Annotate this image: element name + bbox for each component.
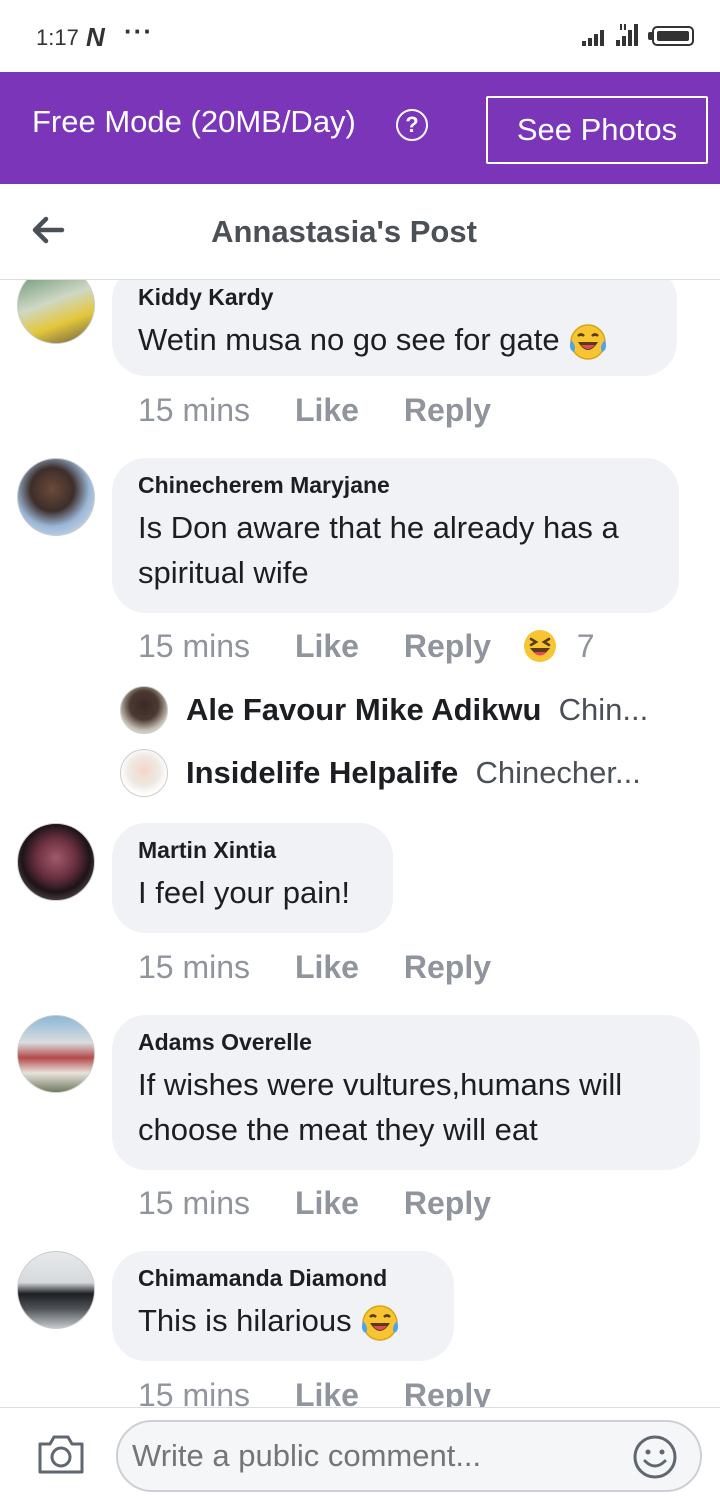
like-button[interactable]: Like — [295, 1377, 359, 1407]
like-button[interactable]: Like — [295, 1185, 359, 1222]
notification-n-icon: N — [86, 22, 105, 52]
comment-text: I feel your pain! — [138, 875, 350, 910]
comment-author[interactable]: Kiddy Kardy — [138, 284, 651, 311]
avatar[interactable] — [17, 280, 95, 344]
like-button[interactable]: Like — [295, 392, 359, 429]
avatar[interactable] — [17, 458, 95, 536]
avatar[interactable] — [120, 749, 168, 797]
haha-reaction-icon[interactable] — [522, 628, 558, 664]
laughing-tears-emoji-icon — [570, 324, 607, 360]
avatar[interactable] — [17, 1015, 95, 1093]
comment-time: 15 mins — [138, 392, 251, 428]
page-title: Annastasia's Post — [211, 214, 477, 249]
comment-bubble: Chimamanda Diamond This is hilarious — [112, 1251, 454, 1361]
reply-button[interactable]: Reply — [404, 949, 491, 986]
comment-bubble: Adams Overelle If wishes were vultures,h… — [112, 1015, 700, 1170]
comment-time: 15 mins — [138, 949, 251, 985]
comment-text-line: If wishes were vultures,humans will — [138, 1067, 623, 1102]
comment-bubble: Kiddy Kardy Wetin musa no go see for gat… — [112, 280, 677, 376]
comment-text-line: choose the meat they will eat — [138, 1112, 538, 1147]
comment-bubble: Martin Xintia I feel your pain! — [112, 823, 393, 933]
see-photos-button[interactable]: See Photos — [486, 96, 708, 164]
reply-preview[interactable]: Ale Favour Mike Adikwu Chin... — [120, 686, 680, 736]
laughing-tears-emoji-icon — [362, 1305, 399, 1341]
emoji-picker-icon[interactable] — [632, 1434, 678, 1480]
comment-bubble: Chinecherem Maryjane Is Don aware that h… — [112, 458, 679, 613]
comment-author[interactable]: Martin Xintia — [138, 837, 367, 864]
comment-text: This is hilarious — [138, 1298, 428, 1343]
comment-time: 15 mins — [138, 1377, 251, 1407]
camera-icon[interactable] — [36, 1432, 86, 1476]
comment-text-line: Is Don aware that he already has a — [138, 510, 619, 545]
comment-author[interactable]: Adams Overelle — [138, 1029, 674, 1056]
reply-button[interactable]: Reply — [404, 1185, 491, 1222]
signal-icon-2 — [616, 24, 638, 46]
avatar[interactable] — [120, 686, 168, 734]
comment-time: 15 mins — [138, 628, 251, 664]
avatar[interactable] — [17, 1251, 95, 1329]
battery-icon — [652, 26, 694, 46]
status-bar: 1:17 N ··· — [0, 0, 720, 72]
comment-text-line: spiritual wife — [138, 555, 309, 590]
comment-meta: 15 mins Like Reply — [138, 1185, 527, 1222]
reply-preview[interactable]: Insidelife Helpalife Chinecher... — [120, 749, 680, 799]
more-notifications-icon: ··· — [124, 16, 153, 46]
status-time: 1:17 — [36, 25, 79, 50]
like-button[interactable]: Like — [295, 628, 359, 665]
reply-author: Ale Favour Mike Adikwu Chin... — [186, 692, 649, 727]
comment-composer — [0, 1407, 720, 1500]
comment-meta: 15 mins Like Reply — [138, 949, 527, 986]
comment-meta: 15 mins Like Reply — [138, 1377, 527, 1407]
comment-text: Wetin musa no go see for gate — [138, 317, 651, 362]
post-header: Annastasia's Post — [0, 184, 720, 280]
avatar[interactable] — [17, 823, 95, 901]
like-button[interactable]: Like — [295, 949, 359, 986]
comment-meta: 15 mins Like Reply — [138, 392, 527, 429]
reply-button[interactable]: Reply — [404, 392, 491, 429]
comment-author[interactable]: Chinecherem Maryjane — [138, 472, 653, 499]
free-mode-label: Free Mode (20MB/Day) — [32, 104, 356, 139]
comment-time: 15 mins — [138, 1185, 251, 1221]
comment-author[interactable]: Chimamanda Diamond — [138, 1265, 428, 1292]
reaction-count[interactable]: 7 — [577, 628, 595, 664]
signal-icon-1 — [582, 30, 604, 46]
comment-input[interactable] — [116, 1420, 702, 1492]
reply-button[interactable]: Reply — [404, 1377, 491, 1407]
reply-button[interactable]: Reply — [404, 628, 491, 665]
comment-meta: 15 mins Like Reply 7 — [138, 628, 595, 665]
help-icon[interactable]: ? — [396, 109, 428, 141]
reply-author: Insidelife Helpalife Chinecher... — [186, 755, 641, 790]
comments-list[interactable]: Kiddy Kardy Wetin musa no go see for gat… — [0, 280, 720, 1407]
